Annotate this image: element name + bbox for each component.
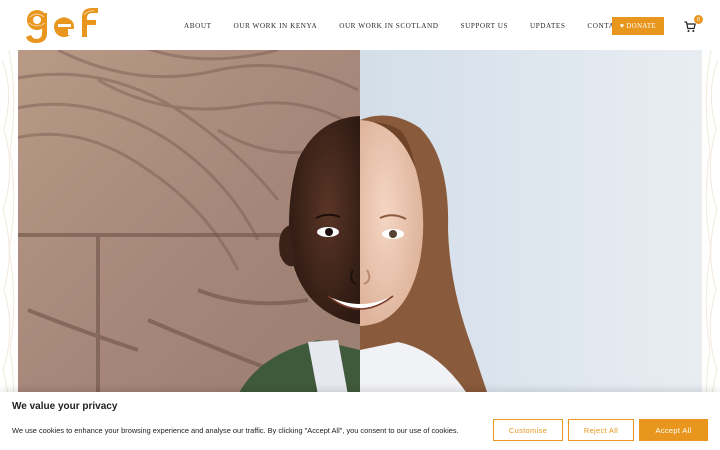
site-header: ABOUT OUR WORK IN KENYA OUR WORK IN SCOT… [0, 0, 720, 50]
page: ABOUT OUR WORK IN KENYA OUR WORK IN SCOT… [0, 0, 720, 450]
heart-icon: ♥ [619, 22, 625, 30]
donate-label: DONATE [626, 22, 657, 30]
accept-all-button[interactable]: Accept All [639, 419, 708, 441]
nav-item-our-work-in-scotland[interactable]: OUR WORK IN SCOTLAND [339, 22, 438, 30]
hero-illustration [18, 50, 702, 395]
nav-item-updates[interactable]: UPDATES [530, 22, 565, 30]
customise-button[interactable]: Customise [493, 419, 563, 441]
cart-icon [684, 21, 696, 32]
gef-logo[interactable] [24, 5, 102, 45]
donate-button[interactable]: ♥ DONATE [612, 17, 664, 35]
nav-item-support-us[interactable]: SUPPORT US [461, 22, 508, 30]
edge-pattern-right [705, 50, 719, 450]
main-nav: ABOUT OUR WORK IN KENYA OUR WORK IN SCOT… [184, 20, 647, 32]
edge-pattern-left [1, 50, 15, 450]
cart-count-badge: 0 [694, 15, 703, 24]
nav-item-about[interactable]: ABOUT [184, 22, 212, 30]
cookie-text: We use cookies to enhance your browsing … [12, 426, 459, 435]
hero-image [18, 50, 702, 395]
nav-item-our-work-in-kenya[interactable]: OUR WORK IN KENYA [234, 22, 318, 30]
cart-button[interactable]: 0 [684, 15, 704, 34]
cookie-title: We value your privacy [12, 401, 118, 412]
cookie-banner: We value your privacy We use cookies to … [0, 392, 720, 450]
reject-all-button[interactable]: Reject All [568, 419, 634, 441]
